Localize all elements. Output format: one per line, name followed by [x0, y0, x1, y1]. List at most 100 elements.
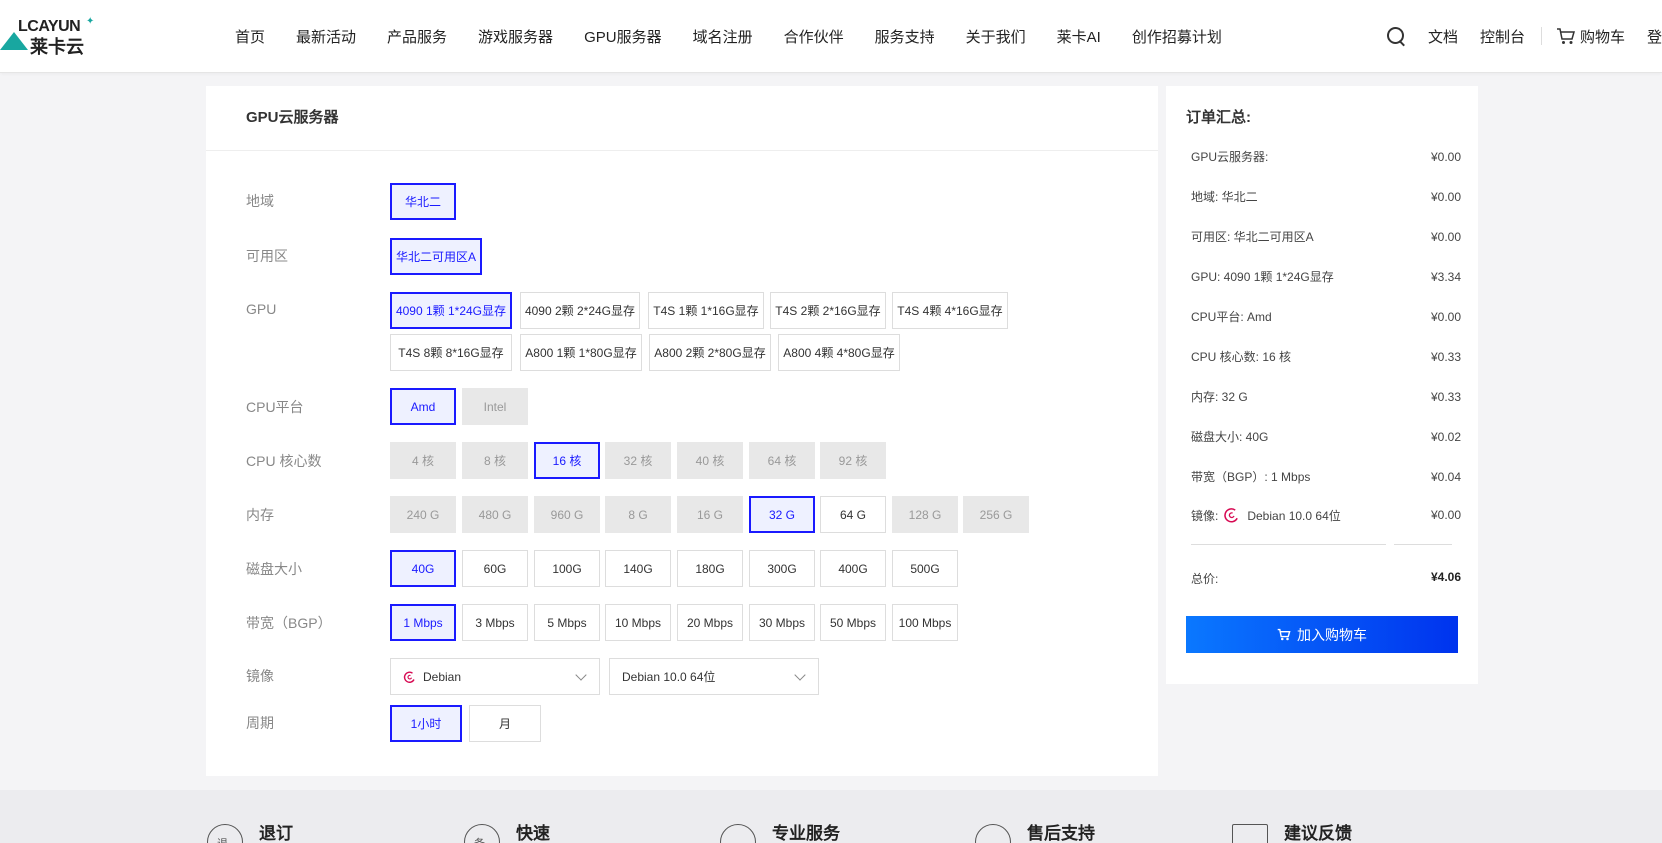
summary-row: 带宽（BGP）: 1 Mbps ¥0.04 [1191, 468, 1461, 485]
cpu-cores-label: CPU 核心数 [246, 453, 322, 469]
summary-row-label: 可用区: 华北二可用区A [1191, 230, 1314, 244]
gpu-option[interactable]: A800 2颗 2*80G显存 [649, 334, 771, 371]
add-to-cart-button[interactable]: 加入购物车 [1186, 616, 1458, 653]
image-version-value: Debian 10.0 64位 [622, 670, 716, 684]
cart-icon [1277, 628, 1291, 641]
nav-ai[interactable]: 莱卡AI [1057, 26, 1101, 47]
zone-option[interactable]: 华北二可用区A [390, 238, 482, 275]
region-label: 地域 [246, 193, 274, 209]
period-option[interactable]: 1小时 [390, 705, 462, 742]
login-link[interactable]: 登 [1647, 26, 1662, 47]
bandwidth-option[interactable]: 1 Mbps [390, 604, 456, 641]
nav-partners[interactable]: 合作伙伴 [784, 26, 844, 47]
search-icon[interactable] [1386, 26, 1406, 46]
memory-option[interactable]: 960 G [534, 496, 600, 533]
summary-image-label-wrap: 镜像: Debian 10.0 64位 [1191, 506, 1341, 524]
disk-option[interactable]: 60G [462, 550, 528, 587]
disk-option[interactable]: 40G [390, 550, 456, 587]
cpu-platform-option[interactable]: Intel [462, 388, 528, 425]
image-version-select[interactable]: Debian 10.0 64位 [609, 658, 819, 695]
summary-row: 地域: 华北二 ¥0.00 [1191, 188, 1461, 205]
cpu-cores-option[interactable]: 92 核 [820, 442, 886, 479]
gpu-option[interactable]: T4S 2颗 2*16G显存 [770, 292, 886, 329]
nav-game-servers[interactable]: 游戏服务器 [478, 26, 553, 47]
nav-support[interactable]: 服务支持 [875, 26, 935, 47]
bandwidth-option[interactable]: 50 Mbps [820, 604, 886, 641]
memory-option[interactable]: 32 G [749, 496, 815, 533]
disk-option[interactable]: 100G [534, 550, 600, 587]
logo-text-cn: 莱卡云 [30, 37, 84, 58]
gpu-option[interactable]: 4090 1颗 1*24G显存 [390, 292, 512, 329]
summary-row-value: ¥0.02 [1430, 429, 1461, 444]
image-os-select[interactable]: Debian [390, 658, 600, 695]
gpu-option[interactable]: T4S 4颗 4*16G显存 [892, 292, 1008, 329]
memory-option[interactable]: 64 G [820, 496, 886, 533]
summary-title: 订单汇总: [1186, 109, 1251, 126]
nav-products[interactable]: 产品服务 [387, 26, 447, 47]
image-label: 镜像 [246, 668, 274, 684]
config-panel: GPU云服务器 地域 华北二 可用区 华北二可用区A GPU 4090 1颗 1… [206, 86, 1158, 776]
summary-row-value: ¥0.00 [1430, 309, 1461, 324]
disk-option[interactable]: 400G [820, 550, 886, 587]
region-option[interactable]: 华北二 [390, 183, 456, 220]
cpu-platform-option[interactable]: Amd [390, 388, 456, 425]
order-summary: 订单汇总: GPU云服务器: ¥0.00 地域: 华北二 ¥0.00 可用区: 华北… [1166, 86, 1478, 684]
chevron-down-icon [794, 669, 806, 681]
logo[interactable]: LCAYUN 莱卡云 ✦ [0, 16, 100, 58]
gpu-option[interactable]: T4S 8颗 8*16G显存 [390, 334, 512, 371]
summary-row-label: GPU: 4090 1颗 1*24G显存 [1191, 270, 1334, 284]
nav-creator-program[interactable]: 创作招募计划 [1132, 26, 1222, 47]
bandwidth-option[interactable]: 10 Mbps [605, 604, 671, 641]
gpu-option[interactable]: A800 4颗 4*80G显存 [778, 334, 900, 371]
gpu-option[interactable]: T4S 1颗 1*16G显存 [648, 292, 764, 329]
cpu-cores-option[interactable]: 64 核 [749, 442, 815, 479]
cpu-cores-option[interactable]: 4 核 [390, 442, 456, 479]
period-option[interactable]: 月 [469, 705, 541, 742]
bandwidth-option[interactable]: 3 Mbps [462, 604, 528, 641]
bandwidth-option[interactable]: 30 Mbps [749, 604, 815, 641]
memory-option[interactable]: 8 G [605, 496, 671, 533]
nav-home[interactable]: 首页 [235, 26, 265, 47]
disk-option[interactable]: 140G [605, 550, 671, 587]
summary-total: 总价: ¥4.06 [1191, 570, 1461, 587]
console-link[interactable]: 控制台 [1480, 26, 1525, 47]
memory-option[interactable]: 128 G [892, 496, 958, 533]
summary-row-value: ¥0.33 [1430, 349, 1461, 364]
summary-row-label: 磁盘大小: 40G [1191, 430, 1269, 444]
disk-option[interactable]: 300G [749, 550, 815, 587]
page-title: GPU云服务器 [246, 109, 339, 126]
summary-row: CPU平台: Amd ¥0.00 [1191, 308, 1461, 325]
nav-about[interactable]: 关于我们 [966, 26, 1026, 47]
bandwidth-option[interactable]: 100 Mbps [892, 604, 958, 641]
disk-option[interactable]: 180G [677, 550, 743, 587]
total-value: ¥4.06 [1430, 570, 1461, 584]
memory-option[interactable]: 16 G [677, 496, 743, 533]
docs-link[interactable]: 文档 [1428, 26, 1458, 47]
gpu-option[interactable]: A800 1颗 1*80G显存 [520, 334, 642, 371]
nav-domain[interactable]: 域名注册 [693, 26, 753, 47]
summary-row-label: 镜像: [1191, 508, 1219, 523]
bandwidth-option[interactable]: 20 Mbps [677, 604, 743, 641]
memory-option[interactable]: 480 G [462, 496, 528, 533]
footer-features: 退 退订 备 快速 专业服务 售后支持 建议反馈 [0, 790, 1662, 843]
summary-row-label: CPU 核心数: 16 核 [1191, 350, 1292, 364]
feedback-icon [1232, 824, 1268, 843]
nav-gpu-servers[interactable]: GPU服务器 [584, 26, 662, 47]
disk-option[interactable]: 500G [892, 550, 958, 587]
header-actions: 文档 控制台 购物车 登 [1386, 0, 1662, 72]
cpu-cores-option[interactable]: 32 核 [605, 442, 671, 479]
nav-latest-activity[interactable]: 最新活动 [296, 26, 356, 47]
debian-icon [1224, 508, 1239, 523]
bandwidth-option[interactable]: 5 Mbps [534, 604, 600, 641]
zone-label: 可用区 [246, 248, 288, 264]
chevron-down-icon [575, 669, 587, 681]
gpu-option[interactable]: 4090 2颗 2*24G显存 [520, 292, 640, 329]
cart-link[interactable]: 购物车 [1556, 26, 1625, 47]
memory-option[interactable]: 240 G [390, 496, 456, 533]
summary-image-name: Debian 10.0 64位 [1247, 508, 1341, 523]
cpu-cores-option[interactable]: 40 核 [677, 442, 743, 479]
add-to-cart-label: 加入购物车 [1297, 626, 1367, 643]
cpu-cores-option[interactable]: 8 核 [462, 442, 528, 479]
memory-option[interactable]: 256 G [963, 496, 1029, 533]
cpu-cores-option[interactable]: 16 核 [534, 442, 600, 479]
